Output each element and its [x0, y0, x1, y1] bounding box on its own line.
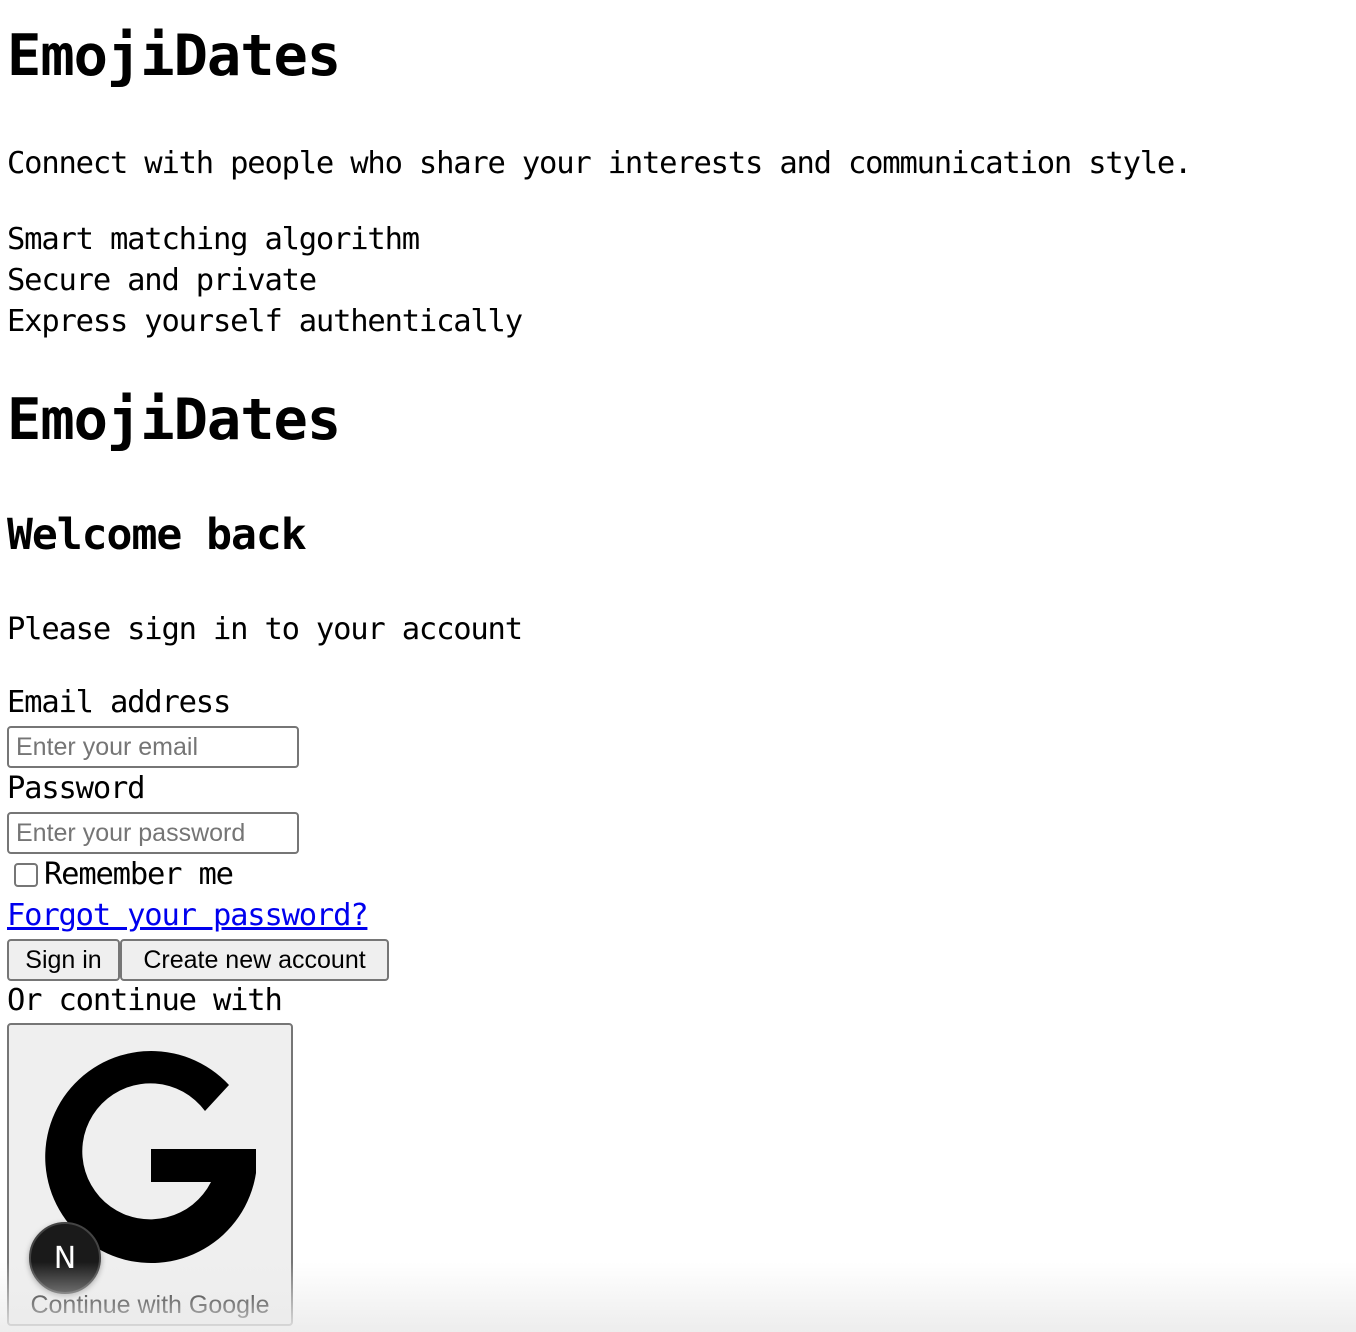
feature-item: Secure and private [7, 263, 317, 298]
password-label: Password [7, 771, 146, 806]
hero-tagline: Connect with people who share your inter… [7, 146, 1192, 181]
remember-me-row: Remember me [7, 858, 234, 892]
create-account-button[interactable]: Create new account [120, 939, 389, 981]
password-field[interactable] [7, 812, 299, 854]
feature-item: Smart matching algorithm [7, 222, 420, 257]
login-brand: EmojiDates [7, 387, 341, 453]
remember-me-label[interactable]: Remember me [44, 858, 234, 892]
feature-item: Express yourself authentically [7, 304, 523, 339]
forgot-password-link[interactable]: Forgot your password? [7, 899, 369, 933]
feature-list: Smart matching algorithm Secure and priv… [7, 219, 523, 342]
hero-title: EmojiDates [7, 23, 341, 89]
google-button-label: Continue with Google [30, 1291, 270, 1319]
email-label: Email address [7, 685, 231, 720]
sign-in-button[interactable]: Sign in [7, 939, 120, 981]
devtools-badge-letter: N [53, 1240, 77, 1276]
login-subtitle: Please sign in to your account [7, 612, 523, 647]
login-heading: Welcome back [7, 510, 307, 560]
devtools-badge[interactable]: N [29, 1222, 101, 1294]
email-field[interactable] [7, 726, 299, 768]
or-continue-with-text: Or continue with [7, 983, 283, 1018]
remember-me-checkbox[interactable] [14, 863, 38, 887]
